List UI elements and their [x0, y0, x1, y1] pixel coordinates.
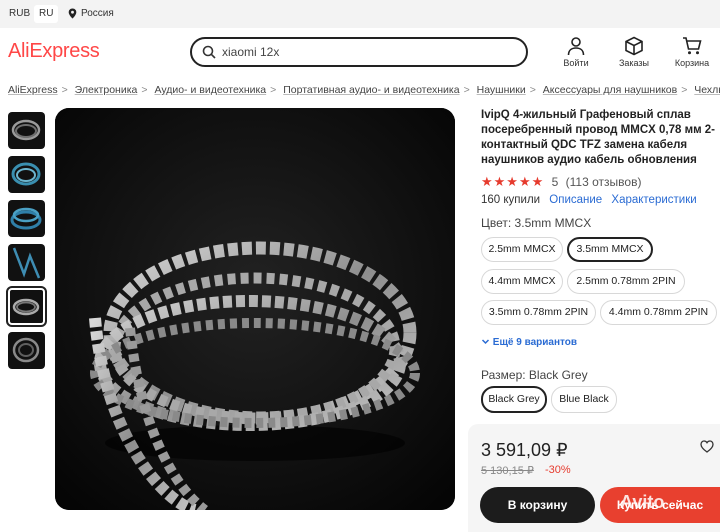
- reviews-count[interactable]: (113 отзывов): [566, 175, 642, 189]
- discount-badge: -30%: [545, 464, 571, 476]
- product-tabs: 160 купили Описание Характеристики: [481, 194, 720, 206]
- orders-label: Заказы: [618, 58, 650, 68]
- currency-selector[interactable]: RUB: [4, 5, 35, 23]
- breadcrumb-item[interactable]: Портативная аудио- и видеотехника: [283, 84, 459, 96]
- breadcrumb-item[interactable]: Аудио- и видеотехника: [154, 84, 266, 96]
- sold-count: 160 купили: [481, 194, 541, 206]
- tab-description[interactable]: Описание: [549, 194, 602, 206]
- product-main-image[interactable]: [55, 108, 455, 510]
- cart-label: Корзина: [674, 58, 710, 68]
- breadcrumb-item[interactable]: Аксессуары для наушников: [543, 84, 677, 96]
- aliexpress-logo[interactable]: AliExpress: [8, 40, 100, 63]
- current-price: 3 591,09 ₽: [481, 440, 568, 460]
- more-variants-link[interactable]: Ещё 9 вариантов: [481, 337, 577, 348]
- breadcrumb: AliExpress > Электроника > Аудио- и видеот…: [8, 84, 720, 98]
- breadcrumb-item[interactable]: AliExpress: [8, 84, 58, 96]
- orders-button[interactable]: Заказы: [612, 36, 656, 68]
- cart-button[interactable]: Корзина: [670, 36, 714, 68]
- avito-watermark: Avito: [620, 492, 665, 512]
- color-label: Цвет: 3.5mm MMCX: [481, 216, 592, 230]
- product-rating[interactable]: ★★★★★ 5 (113 отзывов): [481, 174, 720, 189]
- color-option-selected[interactable]: 3.5mm MMCX: [567, 237, 653, 262]
- location-label: Россия: [81, 8, 114, 19]
- size-label: Размер: Black Grey: [481, 368, 588, 382]
- breadcrumb-item[interactable]: Электроника: [75, 84, 138, 96]
- login-button[interactable]: Войти: [554, 36, 598, 68]
- search-input[interactable]: [222, 43, 512, 61]
- location-pin-icon: [68, 8, 77, 19]
- old-price: 5 130,15 ₽: [481, 465, 534, 477]
- add-to-cart-button[interactable]: В корзину: [480, 487, 595, 523]
- breadcrumb-item[interactable]: Чехлы: [694, 84, 720, 96]
- language-selector[interactable]: RU: [34, 5, 59, 23]
- thumbnail[interactable]: [8, 156, 45, 193]
- more-variants-label: Ещё 9 вариантов: [492, 337, 578, 348]
- heart-icon[interactable]: [700, 440, 714, 453]
- chevron-down-icon: [481, 339, 490, 345]
- thumbnail[interactable]: [8, 112, 45, 149]
- product-info: IvipQ 4-жильный Графеновый сплав посереб…: [481, 108, 720, 230]
- search-bar[interactable]: [190, 37, 528, 67]
- cart-icon: [683, 37, 702, 55]
- thumbnail-list: [6, 112, 47, 376]
- product-title: IvipQ 4-жильный Графеновый сплав посереб…: [481, 109, 716, 166]
- tab-specs[interactable]: Характеристики: [611, 194, 696, 206]
- login-label: Войти: [563, 58, 589, 68]
- purchase-panel: 3 591,09 ₽ 5 130,15 ₽ -30% В корзину Куп…: [468, 424, 720, 532]
- size-option-selected[interactable]: Black Grey: [481, 386, 547, 413]
- box-icon: [625, 36, 643, 56]
- rating-value: 5: [551, 175, 559, 189]
- thumbnail[interactable]: [8, 244, 45, 281]
- top-strip: RUB RU Россия: [0, 0, 720, 28]
- size-option[interactable]: Blue Black: [551, 386, 617, 413]
- color-option[interactable]: 2.5mm MMCX: [481, 237, 563, 262]
- color-option[interactable]: 4.4mm 0.78mm 2PIN: [600, 300, 717, 325]
- thumbnail[interactable]: [8, 200, 45, 237]
- color-option[interactable]: 4.4mm MMCX: [481, 269, 563, 294]
- star-rating-icon: ★★★★★: [481, 174, 545, 189]
- thumbnail[interactable]: [8, 332, 45, 369]
- search-icon: [202, 45, 216, 59]
- location-selector[interactable]: Россия: [63, 5, 119, 23]
- thumbnail-selected[interactable]: [6, 286, 47, 327]
- color-option[interactable]: 3.5mm 0.78mm 2PIN: [481, 300, 596, 325]
- color-option[interactable]: 2.5mm 0.78mm 2PIN: [567, 269, 685, 294]
- breadcrumb-item[interactable]: Наушники: [477, 84, 526, 96]
- user-icon: [567, 37, 585, 56]
